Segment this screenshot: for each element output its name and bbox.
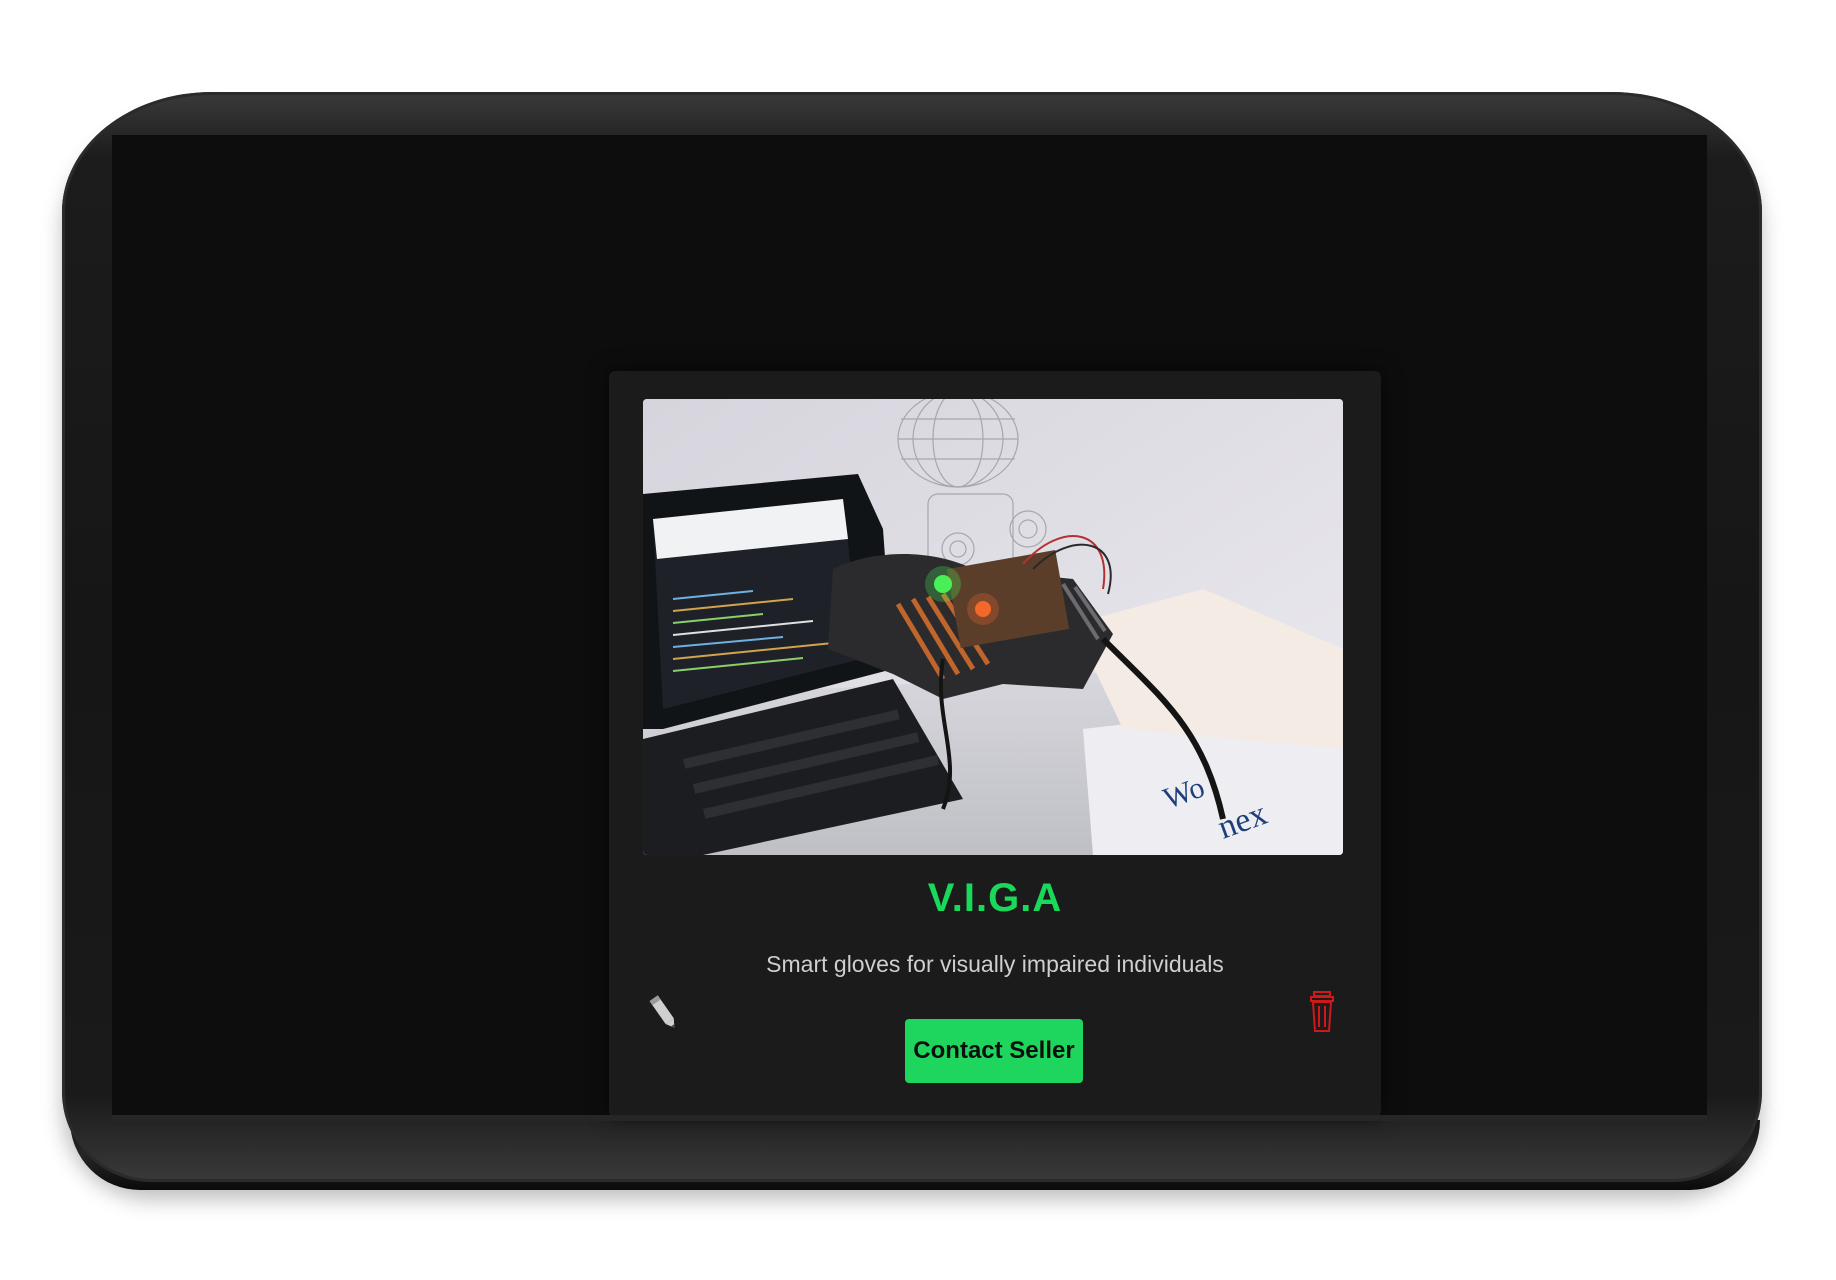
- contact-seller-button[interactable]: Contact Seller: [905, 1019, 1083, 1083]
- pencil-icon[interactable]: [649, 993, 679, 1033]
- device-mockup: Wo nex V.I.G.A Smart gloves for visually…: [0, 0, 1836, 1280]
- screen-bezel-edge: [112, 1115, 1707, 1121]
- product-card: Wo nex V.I.G.A Smart gloves for visually…: [609, 371, 1381, 1117]
- product-description: Smart gloves for visually impaired indiv…: [766, 951, 1224, 977]
- product-title: V.I.G.A: [927, 876, 1063, 920]
- tablet-screen: Wo nex V.I.G.A Smart gloves for visually…: [112, 135, 1707, 1117]
- product-photo-illustration: Wo nex: [643, 399, 1343, 855]
- product-image: Wo nex: [643, 399, 1343, 855]
- trash-icon[interactable]: [1310, 991, 1334, 1033]
